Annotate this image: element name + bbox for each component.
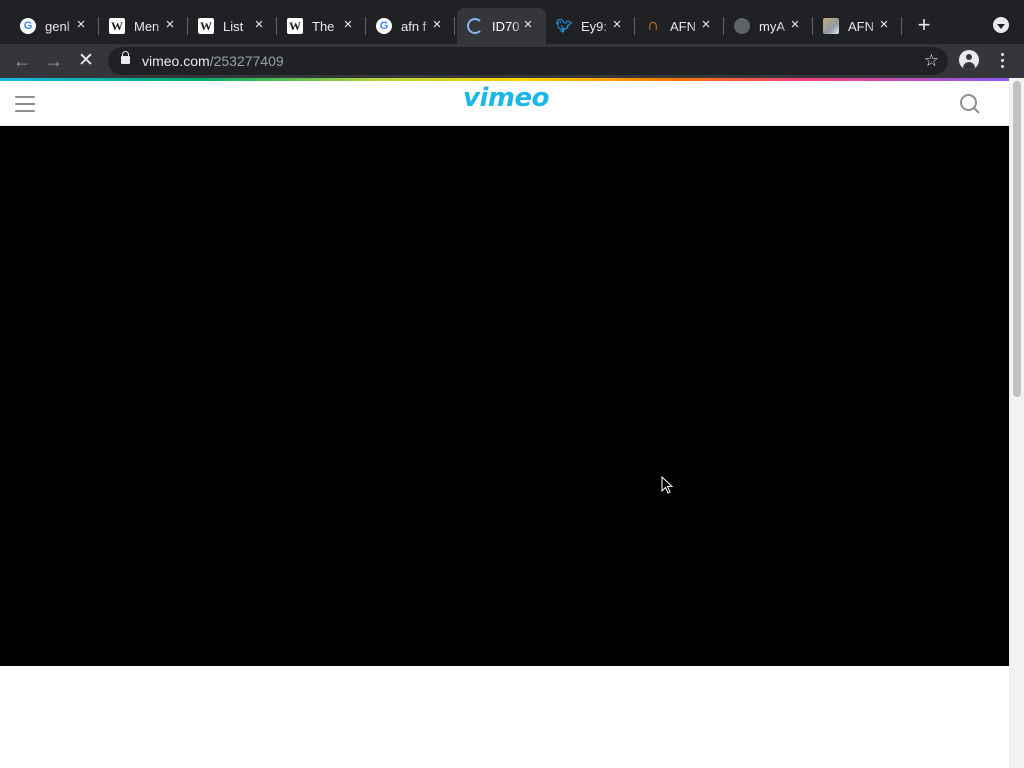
archive-arch-icon: ∩ [647, 17, 659, 34]
browser-menu-icon[interactable] [994, 50, 1010, 70]
tab-divider [901, 17, 902, 35]
close-icon[interactable]: × [609, 17, 625, 33]
profile-avatar-icon[interactable] [959, 50, 979, 70]
site-header: vimeo [0, 81, 1009, 126]
globe-icon [734, 18, 750, 34]
new-tab-button[interactable]: + [913, 14, 935, 36]
url-domain: vimeo.com [142, 53, 210, 69]
wikipedia-icon: W [109, 18, 125, 34]
wikipedia-icon: W [198, 18, 214, 34]
scrollbar-thumb[interactable] [1013, 81, 1021, 397]
browser-toolbar: ← → ✕ vimeo.com/253277409 ☆ [0, 44, 1024, 78]
close-icon[interactable]: × [429, 17, 445, 33]
browser-tab-active[interactable]: ID70 × [457, 8, 546, 44]
browser-tab[interactable]: G afn f × [366, 8, 455, 44]
address-bar[interactable]: vimeo.com/253277409 ☆ [108, 47, 948, 75]
vimeo-logo[interactable]: vimeo [463, 83, 549, 113]
google-icon: G [376, 18, 392, 34]
browser-tab[interactable]: W The × [277, 8, 366, 44]
tab-search-icon[interactable] [993, 17, 1009, 33]
vertical-scrollbar[interactable] [1009, 78, 1024, 768]
bookmark-star-icon[interactable]: ☆ [924, 51, 939, 71]
lock-icon[interactable] [121, 51, 130, 64]
forward-button[interactable]: → [42, 49, 66, 73]
google-icon: G [20, 18, 36, 34]
browser-tab[interactable]: G genl × [10, 8, 99, 44]
url-path: /253277409 [209, 53, 284, 69]
twitter-icon: 🐦︎ [555, 18, 573, 33]
browser-tab[interactable]: ∩ AFN × [635, 8, 724, 44]
stop-loading-button[interactable]: ✕ [74, 49, 98, 73]
wikipedia-icon: W [287, 18, 303, 34]
back-button[interactable]: ← [10, 49, 34, 73]
browser-tab[interactable]: 🐦︎ Ey9: × [546, 8, 635, 44]
mouse-cursor-icon [661, 476, 673, 494]
tab-strip: G genl × W Men × W List × W The × G afn … [0, 0, 1024, 44]
browser-tab[interactable]: W List × [188, 8, 277, 44]
hamburger-menu-icon[interactable] [15, 96, 35, 112]
close-icon[interactable]: × [520, 17, 536, 33]
close-icon[interactable]: × [340, 17, 356, 33]
search-icon[interactable] [960, 94, 980, 114]
close-icon[interactable]: × [251, 17, 267, 33]
tab-divider [454, 17, 455, 35]
close-icon[interactable]: × [787, 17, 803, 33]
browser-tab[interactable]: AFN × [813, 8, 902, 44]
image-icon [823, 18, 839, 34]
close-icon[interactable]: × [698, 17, 714, 33]
close-icon[interactable]: × [73, 17, 89, 33]
browser-tab[interactable]: W Men × [99, 8, 188, 44]
loading-spinner-icon [467, 18, 483, 34]
url-text[interactable]: vimeo.com/253277409 [142, 53, 284, 69]
browser-tab[interactable]: myA × [724, 8, 813, 44]
close-icon[interactable]: × [876, 17, 892, 33]
page-content-area [0, 666, 1009, 768]
close-icon[interactable]: × [162, 17, 178, 33]
video-player[interactable] [0, 126, 1009, 666]
